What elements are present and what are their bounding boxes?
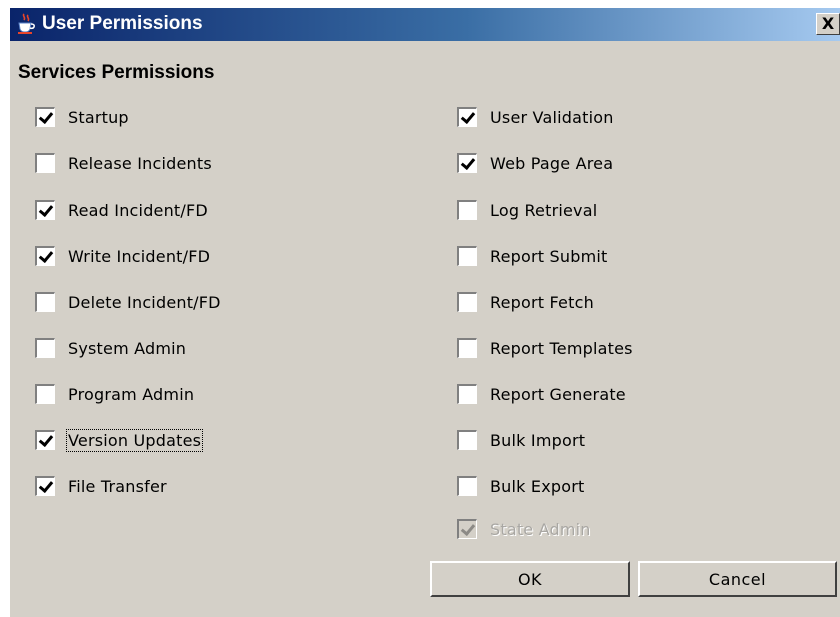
checkbox-box[interactable] [35, 384, 55, 404]
checkbox-file-transfer[interactable]: File Transfer [35, 475, 167, 497]
checkbox-log-retrieval[interactable]: Log Retrieval [457, 199, 597, 221]
checkbox-label: Report Templates [490, 338, 633, 358]
checkbox-user-validation[interactable]: User Validation [457, 106, 614, 128]
checkbox-box[interactable] [35, 338, 55, 358]
checkbox-report-templates[interactable]: Report Templates [457, 337, 633, 359]
checkbox-box[interactable] [457, 338, 477, 358]
checkbox-label: Write Incident/FD [68, 246, 211, 266]
checkbox-label: Web Page Area [490, 153, 614, 173]
checkbox-bulk-export[interactable]: Bulk Export [457, 475, 585, 497]
checkbox-label: Program Admin [68, 384, 195, 404]
checkbox-report-submit[interactable]: Report Submit [457, 245, 607, 267]
checkbox-label: System Admin [68, 338, 187, 358]
section-title: Services Permissions [18, 62, 215, 83]
checkbox-box[interactable] [35, 292, 55, 312]
checkbox-box[interactable] [457, 107, 477, 127]
checkbox-report-generate[interactable]: Report Generate [457, 383, 626, 405]
checkbox-box[interactable] [35, 430, 55, 450]
title-bar[interactable]: User Permissions X [10, 8, 840, 41]
window-title: User Permissions [42, 13, 203, 34]
checkbox-label: Delete Incident/FD [68, 292, 221, 312]
user-permissions-dialog: User Permissions X Services Permissions … [10, 8, 840, 617]
checkbox-label: File Transfer [68, 476, 167, 496]
ok-button[interactable]: OK [430, 561, 630, 597]
checkbox-box[interactable] [457, 200, 477, 220]
checkbox-box[interactable] [35, 246, 55, 266]
checkbox-label: State Admin [490, 519, 591, 539]
checkbox-box[interactable] [457, 430, 477, 450]
checkbox-label: Report Generate [490, 384, 626, 404]
checkbox-box[interactable] [457, 246, 477, 266]
checkbox-label: Log Retrieval [490, 200, 598, 220]
checkbox-write-incident-fd[interactable]: Write Incident/FD [35, 245, 210, 267]
checkbox-box[interactable] [457, 384, 477, 404]
checkbox-version-updates[interactable]: Version Updates [35, 428, 204, 452]
checkbox-box[interactable] [35, 476, 55, 496]
checkbox-label: Report Fetch [490, 292, 594, 312]
checkbox-system-admin[interactable]: System Admin [35, 337, 186, 359]
cancel-button[interactable]: Cancel [638, 561, 837, 597]
java-coffee-cup-icon [18, 13, 35, 34]
checkbox-label: Startup [68, 107, 129, 127]
checkbox-read-incident-fd[interactable]: Read Incident/FD [35, 199, 208, 221]
checkbox-startup[interactable]: Startup [35, 106, 129, 128]
checkbox-label: Report Submit [490, 246, 608, 266]
checkbox-delete-incident-fd[interactable]: Delete Incident/FD [35, 291, 221, 313]
checkbox-box[interactable] [35, 153, 55, 173]
checkbox-label: Bulk Export [490, 476, 585, 496]
checkbox-box[interactable] [457, 153, 477, 173]
checkbox-state-admin: State Admin [457, 518, 591, 540]
checkbox-label: Bulk Import [490, 430, 586, 450]
checkbox-label: Version Updates [65, 428, 204, 452]
checkbox-box[interactable] [457, 292, 477, 312]
close-icon: X [821, 14, 835, 33]
checkbox-program-admin[interactable]: Program Admin [35, 383, 194, 405]
checkbox-box[interactable] [457, 476, 477, 496]
checkbox-release-incidents[interactable]: Release Incidents [35, 152, 212, 174]
checkbox-box[interactable] [35, 200, 55, 220]
checkbox-box [457, 519, 477, 539]
checkbox-label: Release Incidents [68, 153, 212, 173]
checkbox-web-page-area[interactable]: Web Page Area [457, 152, 613, 174]
close-button[interactable]: X [816, 13, 840, 35]
checkbox-report-fetch[interactable]: Report Fetch [457, 291, 594, 313]
checkbox-label: Read Incident/FD [68, 200, 208, 220]
checkbox-bulk-import[interactable]: Bulk Import [457, 429, 585, 451]
checkbox-label: User Validation [490, 107, 614, 127]
checkbox-box[interactable] [35, 107, 55, 127]
